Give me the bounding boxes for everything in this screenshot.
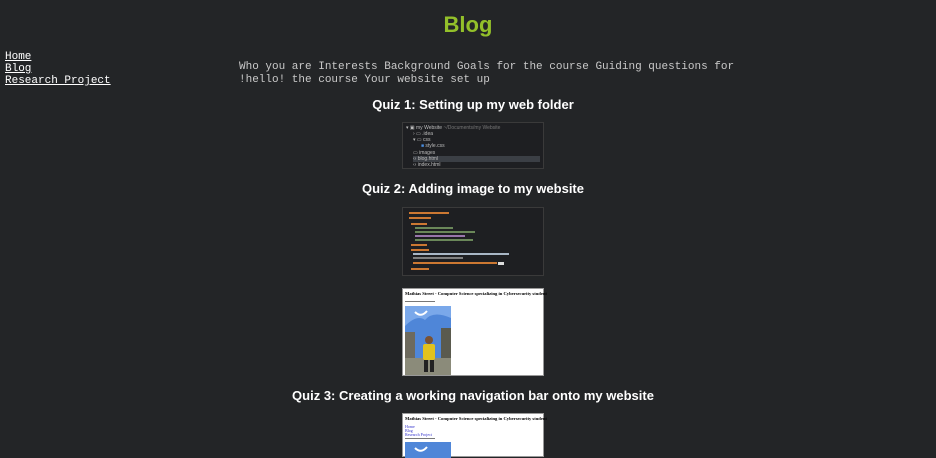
preview-photo <box>405 442 451 458</box>
code-line <box>415 235 465 237</box>
code-line <box>409 212 449 214</box>
explorer-item-index-html: ‹› index.html <box>413 162 441 168</box>
quiz-2-preview-screenshot: Mathias Street - Computer Science specia… <box>402 288 547 376</box>
code-cursor <box>498 262 504 265</box>
quiz-2-code-screenshot <box>402 207 544 276</box>
code-line <box>411 223 427 225</box>
explorer-item-style-css: ■ style.css <box>421 143 445 149</box>
code-line <box>413 257 463 259</box>
code-line <box>411 244 427 246</box>
preview-nav-research: Research Project <box>405 432 432 437</box>
preview-photo <box>405 306 451 375</box>
nav-link-research-project[interactable]: Research Project <box>5 75 111 87</box>
page-title: Blog <box>443 12 493 37</box>
code-line <box>415 231 475 233</box>
nav-link-home[interactable]: Home <box>5 51 111 63</box>
quiz-3-preview-screenshot: Mathias Street - Computer Science specia… <box>402 413 547 458</box>
code-line <box>411 268 429 270</box>
quiz-2-title: Quiz 2: Adding image to my website <box>362 181 584 196</box>
preview-heading: Mathias Street - Computer Science specia… <box>405 416 547 421</box>
code-line <box>409 217 431 219</box>
code-line <box>413 253 509 255</box>
quiz-1-title: Quiz 1: Setting up my web folder <box>372 97 574 112</box>
preview-text <box>405 301 435 302</box>
code-line <box>411 249 429 251</box>
quiz-3-title: Quiz 3: Creating a working navigation ba… <box>292 388 654 403</box>
code-line <box>413 262 497 264</box>
preview-heading: Mathias Street - Computer Science specia… <box>405 291 547 296</box>
quiz-1-screenshot: ▾ ▣ my Website ~/Documents/my Website › … <box>402 122 544 169</box>
code-line <box>415 239 473 241</box>
main-nav: Home Blog Research Project <box>5 51 111 87</box>
code-line <box>415 227 453 229</box>
preview-text <box>405 438 435 439</box>
nav-link-blog[interactable]: Blog <box>5 63 111 75</box>
intro-text: Who you are Interests Background Goals f… <box>239 61 735 86</box>
